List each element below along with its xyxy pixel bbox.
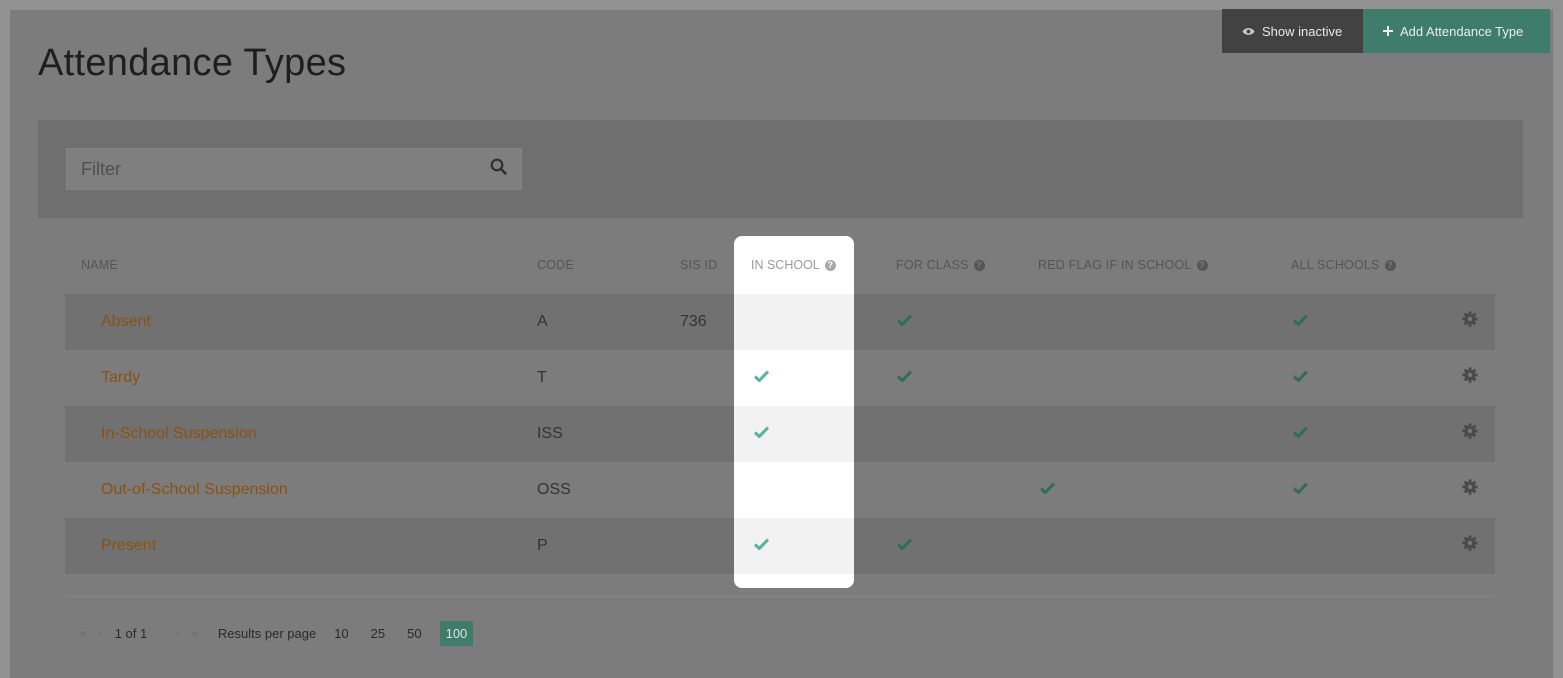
attendance-type-link[interactable]: Out-of-School Suspension	[101, 462, 288, 518]
column-header-red-flag[interactable]: RED FLAG IF IN SCHOOL?	[1038, 258, 1208, 272]
question-circle-icon[interactable]: ?	[1196, 259, 1208, 271]
attendance-type-link[interactable]: In-School Suspension	[101, 406, 257, 462]
gear-icon[interactable]	[1462, 423, 1478, 444]
results-per-page-label: Results per page	[217, 625, 317, 641]
filter-placeholder: Filter	[81, 158, 121, 179]
add-attendance-type-button[interactable]: Add Attendance Type	[1363, 9, 1550, 53]
code-cell: A	[537, 313, 548, 330]
eye-icon	[1242, 27, 1255, 36]
add-attendance-type-label: Add Attendance Type	[1400, 23, 1524, 39]
column-header-name-label: NAME	[81, 258, 118, 272]
check-icon	[753, 537, 770, 555]
page-position: 1 of 1	[114, 625, 148, 641]
question-circle-icon[interactable]: ?	[824, 259, 836, 271]
pagination: « ‹ 1 of 1 › » Results per page 10 25 50 10…	[80, 620, 487, 646]
gear-icon[interactable]	[1462, 367, 1478, 388]
check-icon	[1292, 481, 1309, 499]
check-icon	[896, 537, 913, 555]
in-school-cell	[734, 462, 854, 518]
red-flag-cell	[1039, 462, 1056, 518]
all-schools-cell	[1292, 350, 1309, 406]
code-cell: OSS	[537, 481, 571, 498]
for-class-cell	[896, 350, 913, 406]
check-icon	[1039, 481, 1056, 499]
all-schools-cell	[1292, 406, 1309, 462]
in-school-cell	[734, 294, 854, 350]
for-class-cell	[896, 294, 913, 350]
in-school-cell	[734, 406, 854, 462]
question-circle-icon[interactable]: ?	[1384, 259, 1396, 271]
column-header-sis-id[interactable]: SIS ID	[680, 258, 717, 272]
page-size-option[interactable]: 25	[367, 622, 389, 645]
page-size-option[interactable]: 10	[330, 622, 352, 645]
all-schools-cell	[1292, 462, 1309, 518]
code-cell: P	[537, 537, 548, 554]
for-class-cell	[896, 518, 913, 574]
column-header-for-class[interactable]: FOR CLASS?	[896, 258, 985, 272]
first-page-icon[interactable]: «	[80, 626, 87, 640]
attendance-type-link[interactable]: Present	[101, 518, 156, 574]
check-icon	[896, 313, 913, 331]
in-school-cell	[734, 518, 854, 574]
check-icon	[1292, 425, 1309, 443]
show-inactive-button[interactable]: Show inactive	[1222, 9, 1363, 53]
show-inactive-label: Show inactive	[1262, 23, 1343, 39]
code-cell: T	[537, 369, 547, 386]
column-header-sis-id-label: SIS ID	[680, 258, 718, 272]
column-header-all-schools-label: ALL SCHOOLS	[1291, 258, 1380, 272]
last-page-icon[interactable]: »	[191, 626, 198, 640]
check-icon	[753, 425, 770, 443]
gear-icon[interactable]	[1462, 479, 1478, 500]
filter-bar: Filter	[38, 120, 1523, 218]
question-circle-icon[interactable]: ?	[973, 259, 985, 271]
page-size-option[interactable]: 100	[439, 620, 474, 646]
check-icon	[753, 369, 770, 387]
in-school-column-highlight: IN SCHOOL ?	[734, 236, 854, 588]
page-size-option[interactable]: 50	[403, 622, 425, 645]
check-icon	[1292, 369, 1309, 387]
sis-id-cell: 736	[680, 313, 707, 330]
column-header-all-schools[interactable]: ALL SCHOOLS?	[1291, 258, 1396, 272]
plus-icon	[1383, 26, 1393, 36]
results-per-page-options: 10 25 50 100	[330, 620, 487, 646]
page-title: Attendance Types	[38, 42, 347, 84]
filter-input[interactable]: Filter	[66, 148, 522, 190]
column-header-name[interactable]: NAME	[81, 258, 118, 272]
gear-icon[interactable]	[1462, 535, 1478, 556]
check-icon	[896, 369, 913, 387]
next-page-icon[interactable]: ›	[175, 626, 179, 640]
column-header-in-school-label: IN SCHOOL	[751, 258, 820, 272]
attendance-type-link[interactable]: Tardy	[101, 350, 140, 406]
table-divider	[65, 596, 1495, 597]
column-header-code[interactable]: CODE	[537, 258, 574, 272]
search-icon[interactable]	[490, 158, 507, 180]
in-school-cell	[734, 350, 854, 406]
check-icon	[1292, 313, 1309, 331]
prev-page-icon[interactable]: ‹	[99, 626, 103, 640]
attendance-type-link[interactable]: Absent	[101, 294, 151, 350]
column-header-code-label: CODE	[537, 258, 574, 272]
column-header-red-flag-label: RED FLAG IF IN SCHOOL	[1038, 258, 1192, 272]
gear-icon[interactable]	[1462, 311, 1478, 332]
column-header-in-school[interactable]: IN SCHOOL ?	[751, 258, 836, 272]
code-cell: ISS	[537, 425, 563, 442]
column-header-for-class-label: FOR CLASS	[896, 258, 969, 272]
all-schools-cell	[1292, 294, 1309, 350]
